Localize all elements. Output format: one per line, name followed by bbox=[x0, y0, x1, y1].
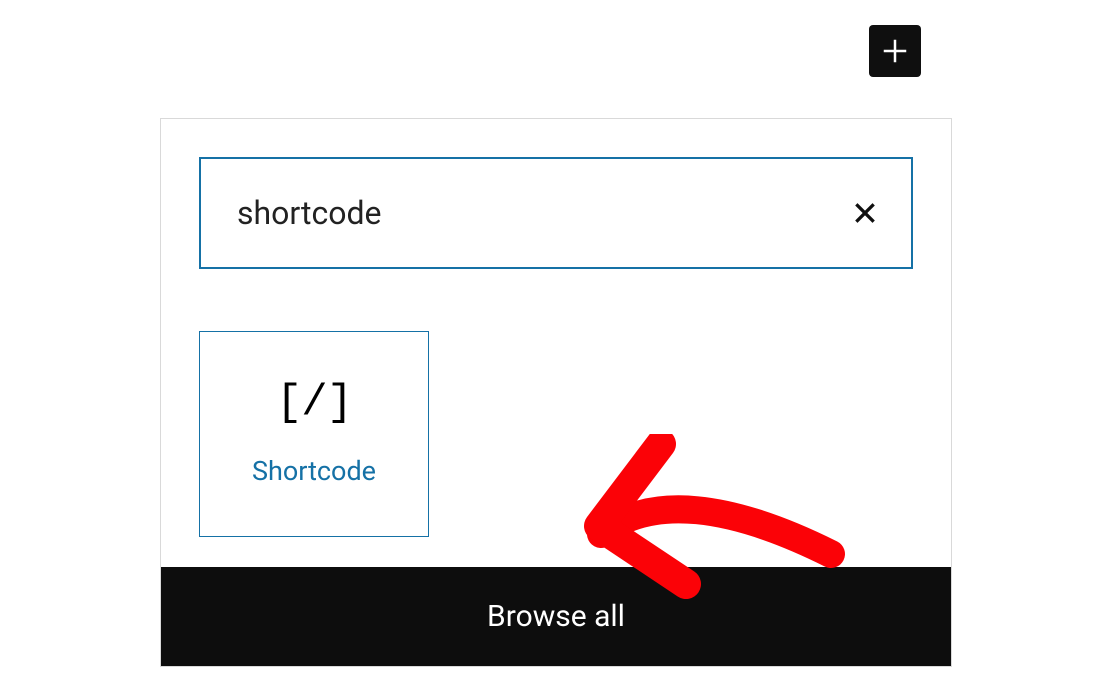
search-box bbox=[199, 157, 913, 269]
block-label: Shortcode bbox=[252, 455, 376, 487]
shortcode-icon: [/] bbox=[276, 381, 352, 425]
panel-body: [/] Shortcode bbox=[161, 119, 951, 567]
add-block-button[interactable] bbox=[869, 25, 921, 77]
search-input[interactable] bbox=[237, 194, 847, 232]
browse-all-button[interactable]: Browse all bbox=[161, 567, 951, 666]
block-inserter-panel: [/] Shortcode Browse all bbox=[160, 118, 952, 667]
block-option-shortcode[interactable]: [/] Shortcode bbox=[199, 331, 429, 537]
plus-icon bbox=[880, 36, 910, 66]
search-results: [/] Shortcode bbox=[199, 331, 913, 537]
clear-search-button[interactable] bbox=[847, 195, 883, 231]
close-icon bbox=[852, 200, 878, 226]
